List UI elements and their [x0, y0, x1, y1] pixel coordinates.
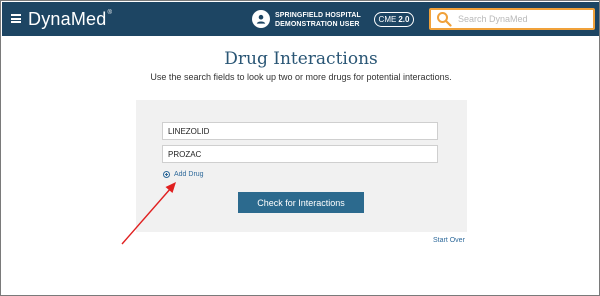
- cme-badge[interactable]: CME 2.0: [374, 12, 414, 27]
- check-interactions-button[interactable]: Check for Interactions: [238, 192, 364, 213]
- add-drug-label: Add Drug: [174, 171, 204, 178]
- add-drug-link[interactable]: Add Drug: [163, 171, 204, 178]
- start-over-link[interactable]: Start Over: [433, 237, 465, 244]
- cme-value: 2.0: [398, 15, 410, 24]
- page-instructions: Use the search fields to look up two or …: [150, 72, 452, 82]
- drug-input-1[interactable]: [162, 122, 438, 140]
- institution-name: SPRINGFIELD HOSPITAL: [275, 12, 361, 19]
- top-navigation-bar: DynaMed® SPRINGFIELD HOSPITAL DEMONSTRAT…: [2, 2, 599, 36]
- brand-name: DynaMed: [28, 9, 107, 29]
- search-icon[interactable]: [436, 11, 452, 27]
- user-icon[interactable]: [252, 10, 270, 28]
- menu-icon[interactable]: [11, 14, 21, 23]
- page-title: Drug Interactions: [224, 49, 378, 69]
- drug-input-2[interactable]: [162, 145, 438, 163]
- brand-logo[interactable]: DynaMed®: [28, 9, 112, 30]
- registered-mark: ®: [107, 10, 113, 16]
- user-account-label[interactable]: SPRINGFIELD HOSPITAL DEMONSTRATION USER: [275, 11, 361, 29]
- search-input[interactable]: [458, 14, 593, 24]
- add-circle-icon: [163, 171, 170, 178]
- cme-label: CME: [378, 15, 397, 24]
- search-box[interactable]: [429, 8, 595, 30]
- app-window: DynaMed® SPRINGFIELD HOSPITAL DEMONSTRAT…: [0, 0, 600, 296]
- user-name: DEMONSTRATION USER: [275, 21, 360, 28]
